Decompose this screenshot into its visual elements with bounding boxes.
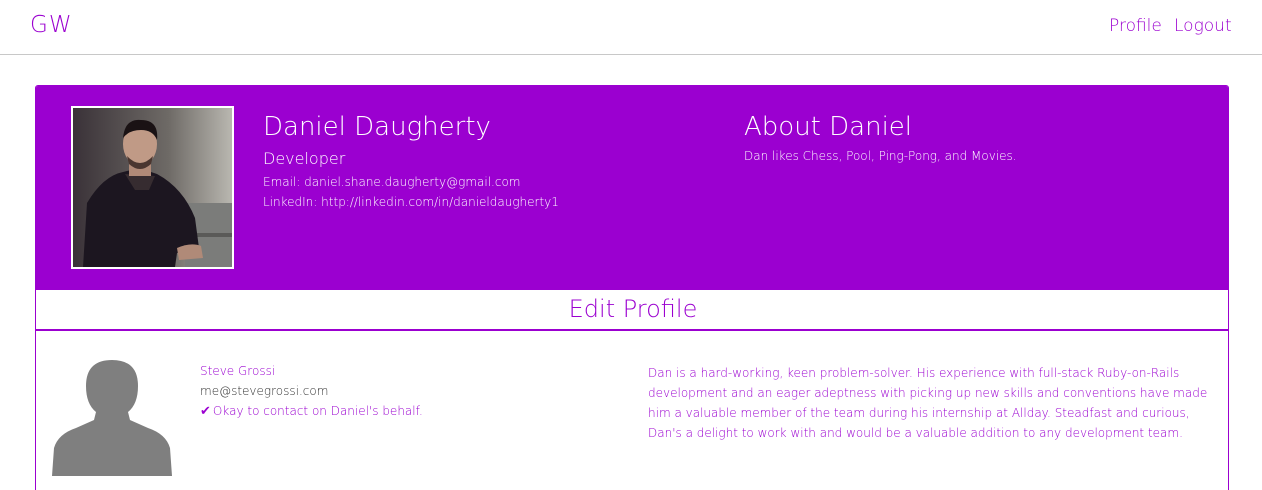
reference-ok-to-contact: ✔ Okay to contact on Daniel's behalf. (200, 404, 423, 419)
email-link[interactable]: daniel.shane.daugherty@gmail.com (304, 175, 520, 189)
profile-photo (71, 106, 234, 269)
nav-logout-link[interactable]: Logout (1174, 16, 1232, 36)
brand-logo[interactable]: GW (30, 12, 73, 38)
profile-card: Daniel Daugherty Developer Email: daniel… (35, 85, 1229, 490)
edit-profile-bar: Edit Profile (36, 290, 1228, 331)
profile-photo-image (73, 108, 232, 267)
reference-name: Steve Grossi (200, 364, 276, 378)
profile-header: Daniel Daugherty Developer Email: daniel… (36, 86, 1228, 290)
about-text: Dan likes Chess, Pool, Ping-Pong, and Mo… (744, 149, 1017, 163)
profile-title: Developer (263, 149, 346, 168)
linkedin-link[interactable]: http://linkedin.com/in/danieldaugherty1 (321, 195, 559, 209)
nav-profile-link[interactable]: Profile (1109, 16, 1162, 36)
check-icon: ✔ (200, 404, 211, 419)
default-avatar-icon (50, 356, 174, 476)
reference-email: me@stevegrossi.com (200, 384, 329, 398)
profile-linkedin-line: LinkedIn: http://linkedin.com/in/danield… (263, 195, 559, 209)
email-label: Email: (263, 175, 301, 189)
reference-recommendation: Dan is a hard-working, keen problem-solv… (648, 366, 1208, 440)
about-heading: About Daniel (744, 112, 913, 142)
navbar: GW Profile Logout (0, 0, 1262, 55)
profile-email-line: Email: daniel.shane.daugherty@gmail.com (263, 175, 521, 189)
edit-profile-link[interactable]: Edit Profile (569, 295, 698, 323)
ok-to-contact-text: Okay to contact on Daniel's behalf. (212, 404, 423, 418)
linkedin-label: LinkedIn: (263, 195, 318, 209)
profile-name: Daniel Daugherty (263, 112, 491, 142)
